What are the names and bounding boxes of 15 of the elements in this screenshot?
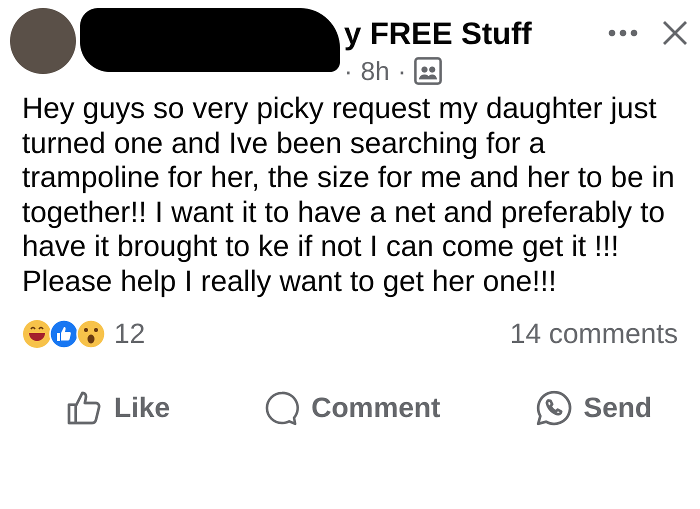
send-button[interactable]: Send bbox=[526, 383, 660, 433]
separator: · bbox=[344, 58, 353, 84]
like-button[interactable]: Like bbox=[56, 383, 178, 433]
separator: · bbox=[398, 58, 406, 84]
more-icon[interactable] bbox=[608, 29, 638, 37]
group-audience-icon bbox=[414, 57, 442, 85]
reaction-count[interactable]: 12 bbox=[114, 313, 146, 355]
reaction-icons[interactable] bbox=[22, 319, 106, 349]
group-name[interactable]: y FREE Stuff bbox=[344, 18, 532, 49]
comment-button[interactable]: Comment bbox=[255, 383, 448, 433]
speech-bubble-icon bbox=[263, 389, 302, 427]
post-time[interactable]: 8h bbox=[360, 58, 390, 84]
comment-count[interactable]: 14 comments bbox=[510, 313, 678, 355]
close-icon[interactable] bbox=[662, 20, 688, 46]
post-text: Hey guys so very picky request my daughter just turned one and Ive been searching for a trampoline for her, the size for me and her to be in together!! I want it to have a net and preferably to have it brought to ke if not I can come get it !!! Please help I really want to get her one!!! bbox=[21, 92, 676, 299]
